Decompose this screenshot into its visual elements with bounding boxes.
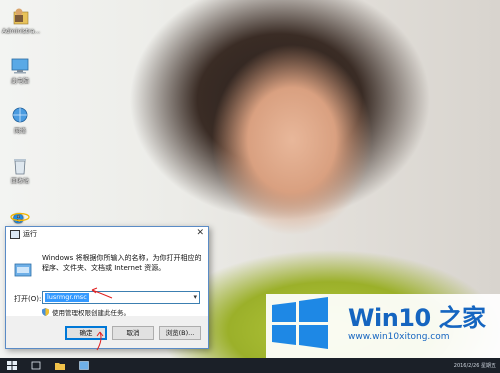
user-folder-icon <box>13 8 29 25</box>
internet-explorer-icon: e <box>10 208 30 226</box>
windows-logo-icon <box>272 297 328 349</box>
desktop-icon-label: 此电脑 <box>10 78 29 85</box>
task-view-icon[interactable] <box>30 360 42 371</box>
run-dialog-body: Windows 将根据你所输入的名称，为你打开相应的程序、文件夹、文档或 Int… <box>6 241 208 317</box>
ok-button[interactable]: 确定 <box>65 326 107 340</box>
cancel-button[interactable]: 取消 <box>112 326 154 340</box>
computer-icon <box>11 58 29 74</box>
run-app-icon <box>10 229 20 239</box>
run-command-input[interactable]: lusrmgr.msc ▾ <box>42 291 200 304</box>
browse-button[interactable]: 浏览(B)... <box>159 326 201 340</box>
desktop-icon-label: Administra... <box>2 28 41 35</box>
file-explorer-icon[interactable] <box>54 360 66 371</box>
watermark-brand: Win10 之家 <box>348 304 486 332</box>
taskbar: 2016/2/26 星期五 <box>0 358 500 373</box>
close-icon[interactable]: ✕ <box>196 228 204 238</box>
desktop-icon-this-pc[interactable]: 此电脑 <box>2 56 38 86</box>
desktop-icon-recycle-bin[interactable]: 回收站 <box>2 156 38 186</box>
recycle-bin-icon <box>14 159 26 175</box>
watermark: Win10 之家 www.win10xitong.com <box>266 294 500 358</box>
run-dialog: 运行 ✕ Windows 将根据你所输入的名称，为你打开相应的程序、文件夹、文档… <box>5 226 209 349</box>
desktop-icon-label: 网络 <box>13 128 26 135</box>
desktop-icon-user-folder[interactable]: Administra... <box>2 6 41 36</box>
run-taskbar-icon[interactable] <box>78 360 90 371</box>
run-dialog-titlebar[interactable]: 运行 <box>6 227 208 241</box>
run-dialog-title: 运行 <box>23 230 37 238</box>
network-icon <box>12 107 28 123</box>
svg-text:e: e <box>13 208 24 226</box>
taskbar-clock: 2016/2/26 星期五 <box>453 363 496 369</box>
run-command-value: lusrmgr.msc <box>45 293 89 302</box>
desktop-icon-label: 回收站 <box>10 178 29 185</box>
shield-icon <box>42 308 49 316</box>
chevron-down-icon[interactable]: ▾ <box>193 292 197 303</box>
desktop-icon-internet-explorer[interactable]: e <box>2 206 38 228</box>
run-icon <box>14 263 32 277</box>
watermark-site: www.win10xitong.com <box>348 332 450 342</box>
start-button-icon[interactable] <box>6 360 18 371</box>
desktop-icon-network[interactable]: 网络 <box>2 106 38 136</box>
run-dialog-footer: 确定 取消 浏览(B)... <box>6 316 208 348</box>
open-label: 打开(O): <box>14 295 42 303</box>
run-dialog-description: Windows 将根据你所输入的名称，为你打开相应的程序、文件夹、文档或 Int… <box>42 254 202 272</box>
